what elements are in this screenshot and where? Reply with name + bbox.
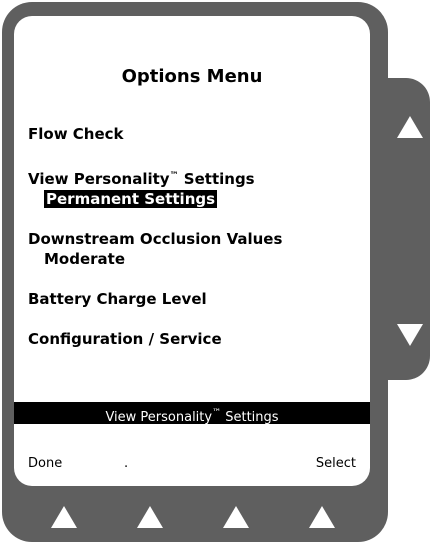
trademark-mark: ™ (169, 171, 179, 181)
options-menu: Flow Check View Personality™ Settings Pe… (28, 124, 358, 349)
softkey-4-icon[interactable] (309, 506, 335, 528)
menu-item-label-suffix: Settings (178, 170, 255, 188)
trademark-mark: ™ (212, 408, 222, 418)
menu-item-label: View Personality (28, 170, 170, 188)
menu-item-flow-check[interactable]: Flow Check (28, 124, 358, 144)
menu-item-label: Configuration / Service (28, 330, 222, 348)
menu-item-label: Battery Charge Level (28, 290, 207, 308)
menu-item-configuration-service[interactable]: Configuration / Service (28, 329, 358, 349)
arrow-up-icon[interactable] (397, 116, 423, 138)
status-text: View Personality (105, 410, 213, 425)
screen-title: Options Menu (121, 66, 263, 87)
menu-item-battery-charge-level[interactable]: Battery Charge Level (28, 289, 358, 309)
arrow-down-icon[interactable] (397, 324, 423, 346)
softkey-middle[interactable]: . (124, 456, 128, 471)
softkey-3-icon[interactable] (223, 506, 249, 528)
menu-item-label: Downstream Occlusion Values (28, 230, 283, 248)
display-screen: Options Menu Flow Check View Personality… (14, 16, 370, 486)
menu-item-sub-value: Permanent Settings (44, 190, 218, 208)
status-text-suffix: Settings (221, 410, 279, 425)
menu-item-label: Flow Check (28, 125, 124, 143)
menu-item-view-personality-settings[interactable]: View Personality™ Settings Permanent Set… (28, 166, 358, 209)
softkey-1-icon[interactable] (51, 506, 77, 528)
softkey-select[interactable]: Select (316, 456, 356, 471)
menu-item-sub-value: Moderate (44, 250, 126, 268)
softkey-done[interactable]: Done (28, 456, 62, 471)
status-bar: View Personality™ Settings (14, 402, 370, 425)
menu-item-downstream-occlusion[interactable]: Downstream Occlusion Values Moderate (28, 229, 358, 269)
softkey-2-icon[interactable] (137, 506, 163, 528)
